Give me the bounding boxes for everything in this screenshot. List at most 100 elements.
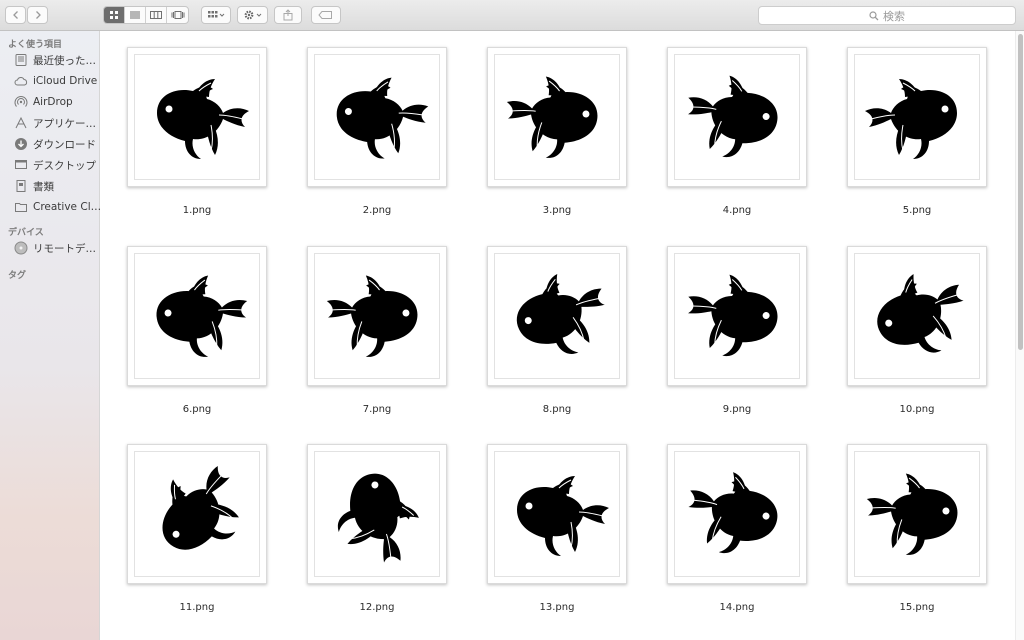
file-grid-area: 1.png 2.png 3.png 4.png 5.png 6.png 7.pn… (101, 31, 1015, 640)
thumbnail-frame (134, 451, 260, 577)
thumbnail-frame (854, 54, 980, 180)
file-name[interactable]: 13.png (487, 602, 627, 613)
desktop-icon (14, 158, 28, 172)
toolbar: 検索 (0, 0, 1024, 31)
file-thumbnail[interactable] (847, 47, 987, 187)
vertical-scrollbar[interactable] (1015, 31, 1024, 640)
cover-flow-view-button[interactable] (167, 7, 188, 23)
goldfish-image (877, 274, 964, 353)
file-thumbnail[interactable] (127, 444, 267, 584)
download-icon (14, 137, 28, 151)
sidebar-item-label: 最近使った… (33, 54, 96, 67)
file-name[interactable]: 15.png (847, 602, 987, 613)
file-name[interactable]: 2.png (307, 205, 447, 216)
sidebar-item-desktop[interactable]: デスクトップ (14, 156, 100, 174)
goldfish-image (688, 75, 778, 158)
chevron-left-icon (12, 11, 18, 19)
file-name[interactable]: 3.png (487, 205, 627, 216)
file-thumbnail[interactable] (487, 47, 627, 187)
goldfish-image (337, 473, 419, 563)
goldfish-image (326, 275, 418, 357)
sidebar-item-label: Creative Cl… (33, 201, 100, 213)
file-thumbnail[interactable] (487, 444, 627, 584)
sidebar-item-documents[interactable]: 書類 (14, 177, 100, 195)
file-thumbnail[interactable] (307, 246, 447, 386)
file-name[interactable]: 4.png (667, 205, 807, 216)
thumbnail-frame (854, 253, 980, 379)
sidebar-item-label: AirDrop (33, 96, 73, 108)
sidebar-item-label: デスクトップ (33, 159, 96, 172)
sidebar-item-remote-disc[interactable]: リモートデ… (14, 239, 100, 257)
favorites-header: よく使う項目 (8, 40, 63, 50)
file-thumbnail[interactable] (667, 246, 807, 386)
thumbnail-frame (134, 54, 260, 180)
goldfish-image (688, 472, 778, 554)
tags-header: タグ (8, 271, 27, 281)
file-name[interactable]: 11.png (127, 602, 267, 613)
file-name[interactable]: 7.png (307, 404, 447, 415)
sidebar-item-label: ダウンロード (33, 138, 96, 151)
sidebar-item-recents[interactable]: 最近使った… (14, 51, 100, 69)
search-icon (869, 10, 879, 20)
sidebar-item-creative-cloud[interactable]: Creative Cl… (14, 198, 100, 216)
file-name[interactable]: 6.png (127, 404, 267, 415)
documents-icon (14, 179, 28, 193)
sidebar: よく使う項目 最近使った… iCloud Drive AirDrop アプリケー… (0, 31, 100, 640)
thumbnail-frame (314, 451, 440, 577)
sidebar-item-applications[interactable]: アプリケー… (14, 114, 100, 132)
sidebar-item-label: 書類 (33, 180, 54, 193)
thumbnail-frame (674, 253, 800, 379)
chevron-right-icon (35, 11, 41, 19)
file-thumbnail[interactable] (667, 47, 807, 187)
file-thumbnail[interactable] (307, 444, 447, 584)
file-thumbnail[interactable] (847, 246, 987, 386)
thumbnail-frame (494, 451, 620, 577)
folder-icon (14, 200, 28, 214)
file-name[interactable]: 10.png (847, 404, 987, 415)
thumbnail-frame (674, 451, 800, 577)
goldfish-image (156, 275, 248, 357)
file-thumbnail[interactable] (127, 47, 267, 187)
list-view-icon (130, 11, 140, 19)
arrange-grid-icon (208, 11, 225, 18)
share-icon (283, 9, 293, 21)
action-button[interactable] (237, 6, 268, 24)
file-thumbnail[interactable] (127, 246, 267, 386)
forward-button[interactable] (27, 6, 48, 24)
file-name[interactable]: 9.png (667, 404, 807, 415)
sidebar-item-downloads[interactable]: ダウンロード (14, 135, 100, 153)
file-name[interactable]: 8.png (487, 404, 627, 415)
file-thumbnail[interactable] (487, 246, 627, 386)
search-placeholder: 検索 (883, 9, 905, 23)
file-name[interactable]: 5.png (847, 205, 987, 216)
goldfish-image (506, 76, 598, 158)
thumbnail-frame (854, 451, 980, 577)
sidebar-item-icloud-drive[interactable]: iCloud Drive (14, 72, 100, 90)
file-thumbnail[interactable] (667, 444, 807, 584)
sidebar-item-airdrop[interactable]: AirDrop (14, 93, 100, 111)
file-thumbnail[interactable] (847, 444, 987, 584)
goldfish-image (866, 473, 958, 555)
cloud-icon (14, 74, 28, 88)
file-thumbnail[interactable] (307, 47, 447, 187)
file-name[interactable]: 14.png (667, 602, 807, 613)
file-name[interactable]: 1.png (127, 205, 267, 216)
tag-button[interactable] (311, 6, 341, 24)
scrollbar-thumb[interactable] (1018, 34, 1023, 350)
arrange-button[interactable] (201, 6, 231, 24)
devices-header: デバイス (8, 228, 44, 238)
goldfish-image (336, 77, 429, 159)
thumbnail-frame (494, 253, 620, 379)
icon-view-button[interactable] (104, 7, 125, 23)
back-button[interactable] (5, 6, 26, 24)
list-view-button[interactable] (125, 7, 146, 23)
file-name[interactable]: 12.png (307, 602, 447, 613)
column-view-icon (150, 11, 162, 19)
applications-icon (14, 116, 28, 130)
search-field[interactable]: 検索 (758, 6, 1016, 25)
thumbnail-frame (314, 253, 440, 379)
column-view-button[interactable] (146, 7, 167, 23)
goldfish-image (865, 79, 957, 159)
share-button[interactable] (274, 6, 302, 24)
tag-icon (318, 11, 332, 19)
